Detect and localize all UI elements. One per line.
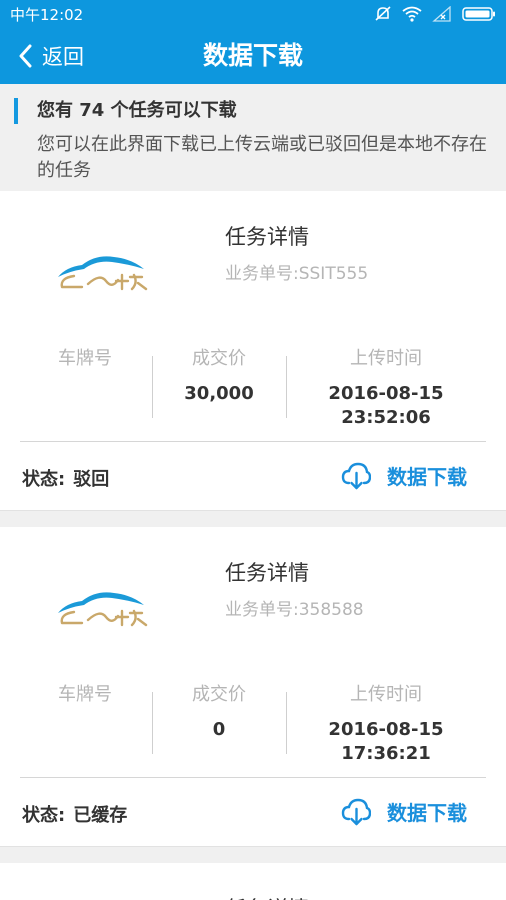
cloud-download-icon — [341, 798, 371, 825]
back-chevron-icon — [19, 44, 32, 68]
notice-description: 您可以在此界面下载已上传云端或已驳回但是本地不存在的任务 — [37, 134, 487, 181]
task-title: 任务详情 — [225, 561, 309, 585]
data-download-button[interactable]: 数据下载 — [341, 461, 467, 490]
task-status: 状态: 驳回 — [22, 465, 109, 491]
signal-icon — [432, 6, 451, 22]
task-status: 状态: 已缓存 — [22, 801, 127, 827]
notice-banner: 您有 74 个任务可以下载 您可以在此界面下载已上传云端或已驳回但是本地不存在的… — [0, 84, 506, 191]
upload-date-value: 2016-08-15 — [328, 383, 444, 404]
status-time: 中午12:02 — [10, 5, 84, 24]
data-download-button[interactable]: 数据下载 — [341, 797, 467, 826]
status-bar: 中午12:02 — [0, 0, 506, 28]
notice-accent-bar — [14, 98, 18, 124]
card-divider — [20, 441, 486, 442]
mute-icon — [375, 6, 391, 21]
battery-icon — [462, 7, 495, 21]
upload-clock-value: 23:52:06 — [341, 407, 431, 428]
cloud-download-icon — [341, 462, 371, 489]
wifi-icon — [402, 6, 422, 22]
price-column: 成交价 0 — [153, 682, 285, 742]
price-column: 成交价 30,000 — [153, 346, 285, 406]
upload-time-label: 上传时间 — [350, 348, 422, 369]
task-card: 任务详情 — [0, 863, 506, 900]
plate-label: 车牌号 — [58, 348, 112, 369]
upload-clock-value: 17:36:21 — [341, 743, 431, 764]
status-value: 已缓存 — [73, 805, 128, 826]
task-title: 任务详情 — [225, 225, 309, 249]
price-label: 成交价 — [192, 684, 246, 705]
status-prefix: 状态: — [22, 805, 66, 826]
price-value: 30,000 — [184, 383, 254, 404]
task-card: 任务详情 业务单号:358588 车牌号 成交价 0 上传时间 2016-08-… — [0, 527, 506, 847]
task-order-number: 业务单号:SSIT555 — [225, 264, 369, 284]
task-order-number: 业务单号:358588 — [225, 600, 364, 620]
column-divider — [286, 356, 287, 418]
back-button[interactable]: 返回 — [18, 28, 84, 84]
task-card: 任务详情 业务单号:SSIT555 车牌号 成交价 30,000 上传时间 20… — [0, 191, 506, 511]
data-download-label: 数据下载 — [387, 801, 467, 825]
status-value: 驳回 — [73, 469, 110, 490]
back-label: 返回 — [42, 45, 84, 69]
upload-time-label: 上传时间 — [350, 684, 422, 705]
plate-column: 车牌号 — [20, 346, 150, 382]
price-label: 成交价 — [192, 348, 246, 369]
upload-time-column: 上传时间 2016-08-15 17:36:21 — [288, 682, 484, 766]
plate-label: 车牌号 — [58, 684, 112, 705]
data-download-label: 数据下载 — [387, 465, 467, 489]
company-logo — [58, 256, 148, 291]
price-value: 0 — [212, 719, 226, 740]
upload-date-value: 2016-08-15 — [328, 719, 444, 740]
top-nav-bar: 返回 数据下载 — [0, 28, 506, 84]
company-logo — [58, 592, 148, 627]
plate-column: 车牌号 — [20, 682, 150, 718]
status-icons — [374, 5, 496, 23]
card-divider — [20, 777, 486, 778]
notice-headline: 您有 74 个任务可以下载 — [37, 100, 237, 121]
upload-time-column: 上传时间 2016-08-15 23:52:06 — [288, 346, 484, 430]
task-title: 任务详情 — [225, 893, 309, 900]
column-divider — [286, 692, 287, 754]
status-prefix: 状态: — [22, 469, 66, 490]
